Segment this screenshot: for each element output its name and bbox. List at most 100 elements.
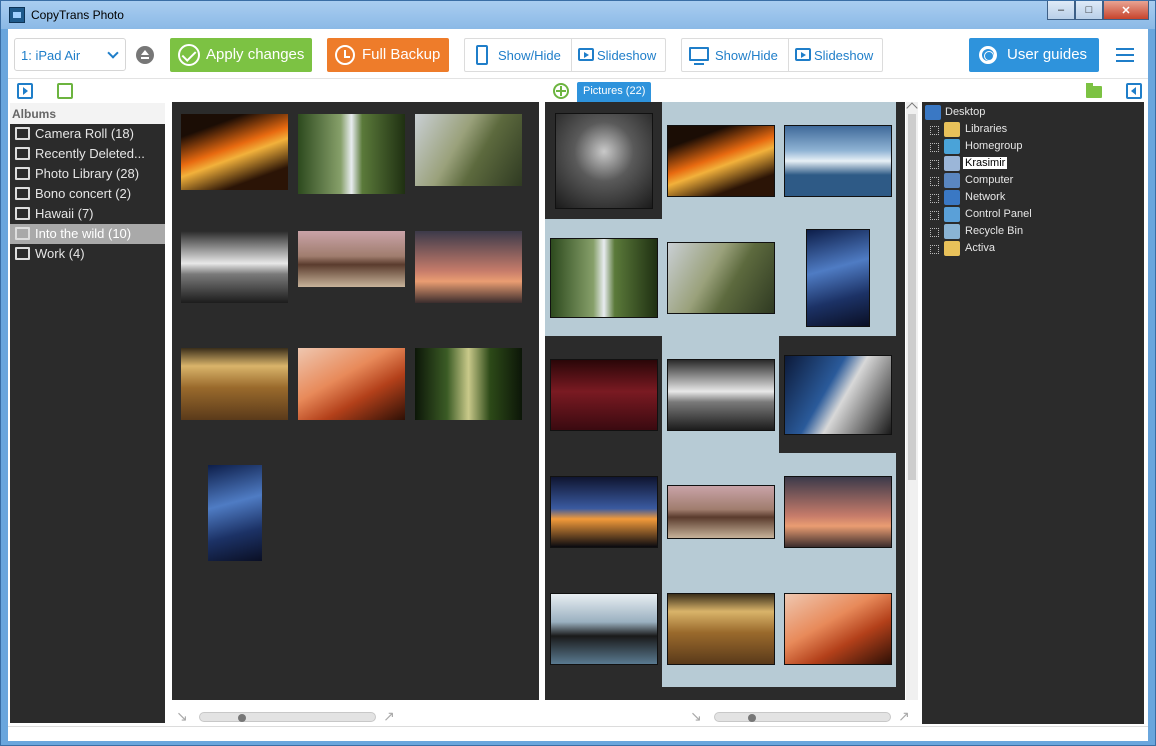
scroll-thumb[interactable] — [908, 114, 916, 480]
zoom-out-icon[interactable]: ↘ — [174, 708, 190, 724]
photo-cell[interactable] — [662, 336, 779, 453]
tree-item[interactable]: Network — [930, 190, 1130, 206]
photo-thumbnail[interactable] — [415, 348, 522, 420]
tree-expander-icon[interactable] — [930, 160, 939, 169]
photo-cell[interactable] — [779, 219, 896, 336]
photo-cell[interactable] — [545, 453, 662, 570]
collapse-panel-icon[interactable] — [1126, 83, 1142, 99]
tree-item-label: Desktop — [945, 106, 986, 118]
photo-thumbnail[interactable] — [549, 358, 658, 431]
device-slideshow-small-icon[interactable] — [17, 83, 33, 99]
tree-item[interactable]: Control Panel — [930, 207, 1130, 223]
photo-cell[interactable] — [545, 219, 662, 336]
photo-cell[interactable] — [545, 102, 662, 219]
pc-slideshow-button[interactable]: Slideshow — [789, 39, 883, 71]
pc-showhide-label: Show/Hide — [715, 48, 778, 63]
tree-expander-icon[interactable] — [930, 126, 939, 135]
tree-expander-icon[interactable] — [930, 194, 939, 203]
photo-cell[interactable] — [779, 336, 896, 453]
pictures-tab[interactable]: Pictures (22) — [577, 82, 652, 102]
device-slideshow-button[interactable]: Slideshow — [572, 39, 666, 71]
photo-thumbnail[interactable] — [666, 241, 775, 314]
photo-thumbnail[interactable] — [298, 114, 405, 194]
photo-thumbnail[interactable] — [783, 354, 892, 435]
folder-icon — [944, 241, 960, 256]
tree-expander-icon[interactable] — [930, 228, 939, 237]
eject-icon[interactable] — [136, 46, 154, 64]
album-item[interactable]: Camera Roll (18) — [10, 124, 165, 144]
photo-thumbnail[interactable] — [666, 358, 775, 431]
full-backup-button[interactable]: Full Backup — [327, 38, 449, 72]
album-item[interactable]: Work (4) — [10, 244, 165, 264]
folder-icon[interactable] — [1086, 83, 1102, 98]
photo-thumbnail[interactable] — [415, 231, 522, 303]
close-button[interactable]: ✕ — [1103, 1, 1149, 20]
add-photos-icon[interactable] — [553, 83, 569, 99]
photo-thumbnail[interactable] — [783, 475, 892, 548]
photo-cell[interactable] — [779, 102, 896, 219]
device-select[interactable]: 1: iPad Air — [14, 38, 126, 71]
tree-expander-icon[interactable] — [930, 143, 939, 152]
photo-thumbnail[interactable] — [298, 231, 405, 287]
panel-subbar: Pictures (22) — [8, 80, 1148, 102]
tree-item[interactable]: Homegroup — [930, 139, 1130, 155]
photo-thumbnail[interactable] — [181, 348, 288, 420]
photo-thumbnail[interactable] — [666, 484, 775, 539]
tree-item[interactable]: Computer — [930, 173, 1130, 189]
tree-item-label: Libraries — [965, 123, 1008, 135]
photo-thumbnail[interactable] — [415, 114, 522, 186]
album-item[interactable]: Bono concert (2) — [10, 184, 165, 204]
pc-grid-scrollbar[interactable] — [906, 102, 918, 700]
tree-expander-icon[interactable] — [930, 177, 939, 186]
photo-thumbnail[interactable] — [181, 231, 288, 303]
pc-showhide-button[interactable]: Show/Hide — [682, 39, 788, 71]
photo-cell[interactable] — [662, 219, 779, 336]
album-item[interactable]: Photo Library (28) — [10, 164, 165, 184]
tree-item[interactable]: Recycle Bin — [930, 224, 1130, 240]
photo-thumbnail[interactable] — [805, 228, 870, 327]
photo-thumbnail[interactable] — [666, 592, 775, 665]
device-zoom-knob[interactable] — [238, 714, 246, 722]
tree-item[interactable]: Activa — [930, 241, 1130, 257]
album-item-label: Into the wild (10) — [35, 226, 132, 241]
device-zoom-slider[interactable] — [199, 712, 376, 722]
tree-item[interactable]: Desktop — [925, 105, 1125, 121]
zoom-in-icon[interactable]: ↗ — [896, 708, 912, 724]
zoom-in-icon[interactable]: ↗ — [381, 708, 397, 724]
tree-item[interactable]: Libraries — [930, 122, 1130, 138]
photo-thumbnail[interactable] — [783, 592, 892, 665]
photo-thumbnail[interactable] — [549, 237, 658, 318]
maximize-button[interactable]: □ — [1075, 1, 1103, 20]
pc-zoom-knob[interactable] — [748, 714, 756, 722]
device-showhide-button[interactable]: Show/Hide — [465, 39, 571, 71]
photo-cell[interactable] — [779, 570, 896, 687]
photo-thumbnail[interactable] — [783, 124, 892, 197]
photo-thumbnail[interactable] — [549, 475, 658, 548]
photo-thumbnail[interactable] — [298, 348, 405, 420]
photo-cell[interactable] — [662, 102, 779, 219]
photo-thumbnail[interactable] — [554, 112, 653, 209]
photo-cell[interactable] — [545, 336, 662, 453]
apply-changes-button[interactable]: Apply changes — [170, 38, 312, 72]
minimize-button[interactable]: – — [1047, 1, 1075, 20]
zoom-out-icon[interactable]: ↘ — [688, 708, 704, 724]
album-item[interactable]: Hawaii (7) — [10, 204, 165, 224]
add-album-icon[interactable] — [57, 83, 73, 99]
user-guides-button[interactable]: User guides — [969, 38, 1099, 72]
tree-expander-icon[interactable] — [930, 245, 939, 254]
photo-thumbnail[interactable] — [666, 124, 775, 197]
photo-thumbnail[interactable] — [181, 114, 288, 190]
photo-cell[interactable] — [545, 570, 662, 687]
album-item[interactable]: Recently Deleted... — [10, 144, 165, 164]
scroll-up-icon[interactable] — [906, 102, 918, 114]
pc-zoom-slider[interactable] — [714, 712, 891, 722]
album-item[interactable]: Into the wild (10) — [10, 224, 165, 244]
tree-item[interactable]: Krasimir — [930, 156, 1130, 172]
photo-cell[interactable] — [662, 453, 779, 570]
photo-thumbnail[interactable] — [549, 592, 658, 665]
tree-expander-icon[interactable] — [930, 211, 939, 220]
menu-icon[interactable] — [1116, 48, 1134, 62]
photo-thumbnail[interactable] — [207, 465, 262, 561]
photo-cell[interactable] — [662, 570, 779, 687]
photo-cell[interactable] — [779, 453, 896, 570]
